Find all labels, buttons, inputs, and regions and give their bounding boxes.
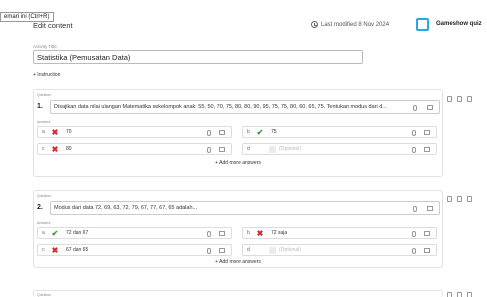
mic-icon[interactable]: [413, 206, 417, 212]
question-text-field[interactable]: Disajikan data nilai ulangan Matematika …: [50, 100, 440, 114]
image-icon[interactable]: [424, 248, 430, 253]
answer-placeholder[interactable]: (Optional): [279, 247, 301, 253]
answers-label: Answers: [37, 120, 51, 124]
answer-letter: d: [247, 247, 250, 253]
question-actions: [447, 292, 472, 297]
answer-text[interactable]: 75: [271, 129, 277, 135]
answer-letter: a: [42, 129, 45, 135]
answer-option[interactable]: b ✔ 75: [242, 126, 437, 138]
mic-icon[interactable]: [207, 231, 211, 237]
mic-icon[interactable]: [207, 130, 211, 136]
tooltip: emari ini (Ctrl+R): [0, 12, 54, 22]
gameshow-quiz-label[interactable]: Gameshow quiz: [436, 21, 482, 27]
question-number: 1.: [37, 103, 43, 110]
answer-placeholder[interactable]: (Optional): [279, 146, 301, 152]
activity-title-input[interactable]: [33, 50, 363, 64]
question-text: Disajikan data nilai ulangan Matematika …: [54, 104, 387, 110]
image-icon[interactable]: [219, 248, 225, 253]
delete-icon[interactable]: [467, 196, 472, 202]
page-title: Edit content: [33, 21, 73, 30]
question-text-field[interactable]: Modus dari data 72, 69, 63, 72, 79, 67, …: [50, 201, 440, 215]
delete-icon[interactable]: [467, 292, 472, 297]
question-actions: [447, 196, 472, 202]
image-icon[interactable]: [424, 147, 430, 152]
image-icon[interactable]: [427, 105, 433, 110]
image-icon[interactable]: [457, 96, 462, 102]
settings-icon[interactable]: [447, 96, 452, 102]
question-actions: [447, 96, 472, 102]
answer-letter: c: [42, 247, 45, 253]
answer-option[interactable]: c ✖ 80: [37, 143, 232, 155]
wrong-mark-icon[interactable]: ✖: [50, 128, 60, 137]
settings-icon[interactable]: [447, 292, 452, 297]
question-label: Question: [37, 93, 52, 97]
answer-option[interactable]: d (Optional): [242, 143, 437, 155]
answer-letter: b: [247, 129, 250, 135]
last-modified-text: Last modified 8 Nov 2024: [321, 21, 390, 28]
add-more-answers-button[interactable]: + Add more answers: [34, 259, 442, 265]
question-number: 2.: [37, 204, 43, 211]
answer-option[interactable]: d (Optional): [242, 244, 437, 256]
answer-text[interactable]: 70: [66, 129, 72, 135]
question-label: Question: [37, 293, 52, 297]
last-modified: Last modified 8 Nov 2024: [311, 21, 389, 28]
answer-text[interactable]: 72 saja: [271, 230, 287, 236]
answer-letter: d: [247, 146, 250, 152]
answer-letter: c: [42, 146, 45, 152]
correct-mark-icon[interactable]: ✔: [50, 229, 60, 238]
question-card: Question: [33, 290, 443, 297]
question-card: Question 1. Disajikan data nilai ulangan…: [33, 89, 443, 177]
answer-text[interactable]: 72 dan 67: [66, 230, 88, 236]
gameshow-quiz-checkbox[interactable]: [416, 18, 429, 31]
answer-option[interactable]: c ✖ 67 dan 65: [37, 244, 232, 256]
delete-icon[interactable]: [467, 96, 472, 102]
mic-icon[interactable]: [412, 231, 416, 237]
question-label: Question: [37, 194, 52, 198]
image-icon[interactable]: [457, 196, 462, 202]
answer-text[interactable]: 80: [66, 146, 72, 152]
image-icon[interactable]: [219, 231, 225, 236]
correct-mark-icon[interactable]: ✔: [255, 128, 265, 137]
question-card: Question 2. Modus dari data 72, 69, 63, …: [33, 190, 443, 268]
mic-icon[interactable]: [207, 147, 211, 153]
mic-icon[interactable]: [412, 130, 416, 136]
answer-letter: b: [247, 230, 250, 236]
image-icon[interactable]: [427, 206, 433, 211]
mic-icon[interactable]: [412, 147, 416, 153]
history-icon: [311, 21, 318, 28]
add-instruction-button[interactable]: + Instruction: [33, 72, 60, 78]
answer-option[interactable]: a ✔ 72 dan 67: [37, 227, 232, 239]
answer-letter: a: [42, 230, 45, 236]
answer-text[interactable]: 67 dan 65: [66, 247, 88, 253]
wrong-mark-icon[interactable]: ✖: [255, 229, 265, 238]
empty-mark-box[interactable]: [269, 146, 276, 153]
image-icon[interactable]: [424, 130, 430, 135]
empty-mark-box[interactable]: [269, 247, 276, 254]
wrong-mark-icon[interactable]: ✖: [50, 145, 60, 154]
image-icon[interactable]: [424, 231, 430, 236]
mic-icon[interactable]: [412, 248, 416, 254]
activity-title-label: Activity Title: [33, 44, 57, 49]
question-text: Modus dari data 72, 69, 63, 72, 79, 67, …: [54, 205, 198, 211]
mic-icon[interactable]: [413, 105, 417, 111]
image-icon[interactable]: [219, 147, 225, 152]
add-more-answers-button[interactable]: + Add more answers: [34, 160, 442, 166]
top-bar: Edit content Last modified 8 Nov 2024 Ga…: [0, 0, 487, 44]
image-icon[interactable]: [457, 292, 462, 297]
answers-label: Answers: [37, 221, 51, 225]
answer-option[interactable]: a ✖ 70: [37, 126, 232, 138]
image-icon[interactable]: [219, 130, 225, 135]
wrong-mark-icon[interactable]: ✖: [50, 246, 60, 255]
mic-icon[interactable]: [207, 248, 211, 254]
settings-icon[interactable]: [447, 196, 452, 202]
answer-option[interactable]: b ✖ 72 saja: [242, 227, 437, 239]
